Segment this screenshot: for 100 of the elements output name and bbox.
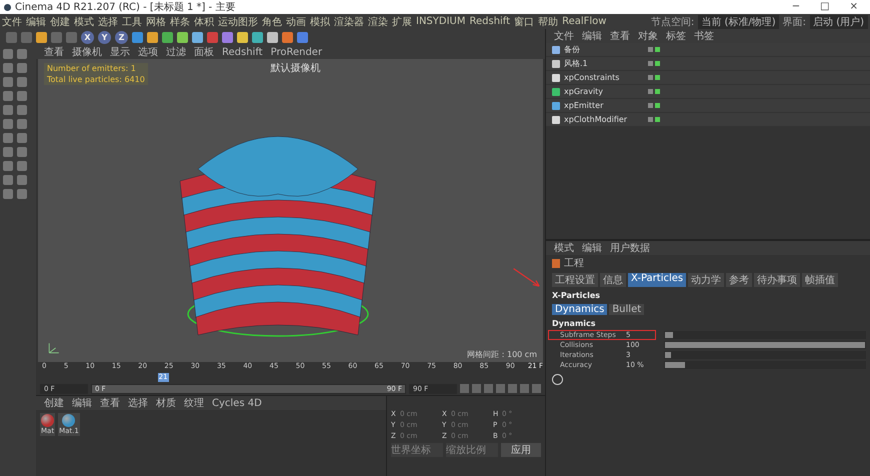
object-menu-item[interactable]: 对象 <box>638 29 658 43</box>
attribute-tab[interactable]: 参考 <box>726 273 752 287</box>
object-menu-item[interactable]: 编辑 <box>582 29 602 43</box>
toolbar-icon[interactable] <box>252 32 263 42</box>
viewport[interactable]: Number of emitters: 1 Total live particles: 6410 默认摄像机 网格间距 : 100 cm <box>38 59 543 362</box>
menu-item[interactable]: 模式 <box>74 14 94 28</box>
attribute-tab[interactable]: 信息 <box>600 273 626 287</box>
object-menu-item[interactable]: 文件 <box>554 29 574 43</box>
viewport-menu-item[interactable]: 面板 <box>194 45 214 59</box>
coordinate-dropdown[interactable]: 世界坐标 <box>391 443 443 457</box>
viewport-menu-item[interactable]: 过滤 <box>166 45 186 59</box>
toolbar-icon[interactable] <box>237 32 248 42</box>
parameter-slider[interactable] <box>664 351 866 359</box>
object-name: 风格.1 <box>564 58 589 69</box>
toolbar-icon[interactable] <box>132 32 143 42</box>
menu-item[interactable]: 运动图形 <box>218 14 258 28</box>
viewport-menu-item[interactable]: 摄像机 <box>72 45 102 59</box>
material-menu-item[interactable]: 选择 <box>128 396 148 410</box>
viewport-menu-item[interactable]: Redshift <box>222 46 263 58</box>
material-menu-item[interactable]: 材质 <box>156 396 176 410</box>
toolbar-icon[interactable] <box>162 32 173 42</box>
toolbar-icon[interactable] <box>177 32 188 42</box>
group-title: X-Particles <box>551 290 602 302</box>
menu-item[interactable]: 创建 <box>50 14 70 28</box>
toolbar-icon[interactable] <box>222 32 233 42</box>
visibility-dots-icon <box>648 61 660 66</box>
material-menu-item[interactable]: 编辑 <box>72 396 92 410</box>
axis-button[interactable]: Y <box>98 30 111 44</box>
object-name: xpConstraints <box>564 73 620 82</box>
toolbar-icon[interactable] <box>267 32 278 42</box>
menu-item[interactable]: 工具 <box>122 14 142 28</box>
window-control-button[interactable]: □ <box>812 1 838 13</box>
attribute-tab[interactable]: 待办事项 <box>754 273 800 287</box>
window-control-button[interactable]: × <box>842 1 866 13</box>
menu-item[interactable]: 体积 <box>194 14 214 28</box>
attribute-tab[interactable]: X-Particles <box>628 273 686 287</box>
coordinate-dropdown[interactable]: 缩放比例 <box>446 443 498 457</box>
material-menu-item[interactable]: 纹理 <box>184 396 204 410</box>
viewport-menu-item[interactable]: 显示 <box>110 45 130 59</box>
object-name: xpGravity <box>564 87 604 96</box>
axis-button[interactable]: Z <box>115 30 128 44</box>
menu-item[interactable]: 样条 <box>170 14 190 28</box>
object-row[interactable]: xpClothModifier <box>546 113 870 127</box>
attribute-tab[interactable]: 工程设置 <box>552 273 598 287</box>
app-logo-icon <box>4 4 11 10</box>
object-row[interactable]: 备份 <box>546 43 870 57</box>
menu-item[interactable]: RealFlow <box>562 16 606 27</box>
object-row[interactable]: xpGravity <box>546 85 870 99</box>
menu-item[interactable]: 编辑 <box>26 14 46 28</box>
window-control-button[interactable]: − <box>784 1 808 13</box>
menu-item[interactable]: INSYDIUM <box>416 16 466 27</box>
menu-item[interactable]: 模拟 <box>310 14 330 28</box>
object-row[interactable]: xpEmitter <box>546 99 870 113</box>
menu-item[interactable]: 角色 <box>262 14 282 28</box>
parameter-slider[interactable] <box>664 331 866 339</box>
visibility-dots-icon <box>648 89 660 94</box>
toolbar-icon[interactable] <box>192 32 203 42</box>
parameter-slider[interactable] <box>664 361 866 369</box>
apply-button[interactable]: 应用 <box>501 443 541 457</box>
menu-item[interactable]: 选择 <box>98 14 118 28</box>
toolbar-icon[interactable] <box>282 32 293 42</box>
object-menu-item[interactable]: 查看 <box>610 29 630 43</box>
object-row[interactable]: xpConstraints <box>546 71 870 85</box>
axis-button[interactable]: X <box>81 30 94 44</box>
menu-item[interactable]: 扩展 <box>392 14 412 28</box>
visibility-dots-icon <box>648 117 660 122</box>
object-row[interactable]: 风格.1 <box>546 57 870 71</box>
menu-item[interactable]: 文件 <box>2 14 22 28</box>
menu-item[interactable]: 窗口 <box>514 14 534 28</box>
viewport-menu-item[interactable]: 选项 <box>138 45 158 59</box>
material-menu-item[interactable]: 创建 <box>44 396 64 410</box>
viewport-menu-item[interactable]: ProRender <box>270 46 322 58</box>
node-space-dropdown[interactable]: 当前 (标准/物理) <box>698 14 779 28</box>
menu-item[interactable]: 网格 <box>146 14 166 28</box>
visibility-dots-icon <box>648 75 660 80</box>
material-menu-item[interactable]: 查看 <box>100 396 120 410</box>
toolbar-icon[interactable] <box>147 32 158 42</box>
attribute-menu-item[interactable]: 编辑 <box>582 241 602 255</box>
menu-item[interactable]: Redshift <box>469 16 510 27</box>
menu-item[interactable]: 动画 <box>286 14 306 28</box>
viewport-menu-item[interactable]: 查看 <box>44 45 64 59</box>
visibility-dots-icon <box>648 103 660 108</box>
object-name: xpEmitter <box>564 101 604 110</box>
attribute-tab[interactable]: 动力学 <box>688 273 724 287</box>
menu-item[interactable]: 渲染 <box>368 14 388 28</box>
xp-logo-icon <box>552 374 563 385</box>
grid-spacing-label: 网格间距 : 100 cm <box>467 349 537 360</box>
hud-text: Number of emitters: 1 <box>46 63 137 74</box>
object-menu-item[interactable]: 标签 <box>666 29 686 43</box>
toolbar-icon[interactable] <box>297 32 308 42</box>
layout-dropdown[interactable]: 启动 (用户) <box>810 14 868 28</box>
object-menu-item[interactable]: 书签 <box>694 29 714 43</box>
material-menu-item[interactable]: Cycles 4D <box>212 398 262 408</box>
sub-tab[interactable]: Bullet <box>609 304 644 315</box>
menu-item[interactable]: 帮助 <box>538 14 558 28</box>
attribute-tab[interactable]: 帧插值 <box>802 273 838 287</box>
menu-item[interactable]: 渲染器 <box>334 14 364 28</box>
sub-tab[interactable]: Dynamics <box>552 304 608 315</box>
attribute-menu-item[interactable]: 用户数据 <box>610 241 650 255</box>
attribute-menu-item[interactable]: 模式 <box>554 241 574 255</box>
